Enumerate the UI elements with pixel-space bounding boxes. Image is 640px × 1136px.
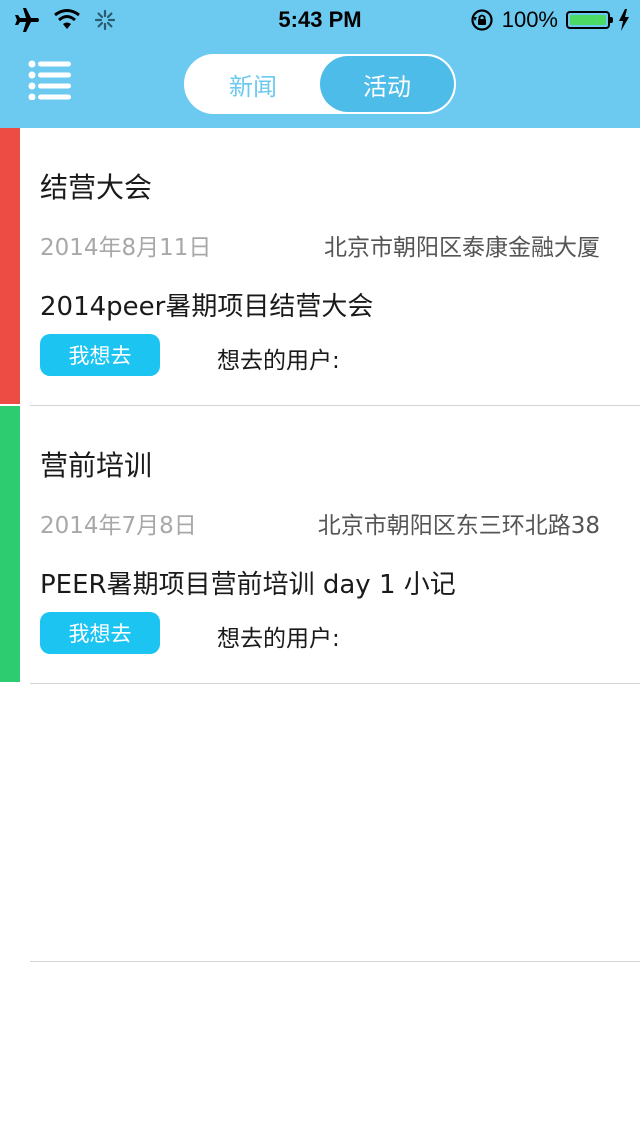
status-right-icons: 100%	[470, 6, 630, 34]
empty-row-divider	[30, 961, 640, 962]
segmented-control: 新闻 活动	[184, 54, 456, 114]
want-to-go-button[interactable]: 我想去	[40, 334, 160, 376]
battery-fill	[570, 15, 606, 25]
menu-list-icon	[28, 60, 71, 101]
event-date: 2014年8月11日	[40, 235, 212, 261]
event-date: 2014年7月8日	[40, 513, 197, 539]
event-accent-bar	[0, 406, 20, 682]
battery-percent: 100%	[501, 7, 558, 32]
event-location: 北京市朝阳区泰康金融大厦	[324, 235, 600, 261]
want-to-go-button[interactable]: 我想去	[40, 612, 160, 654]
event-accent-bar	[0, 128, 20, 404]
menu-button[interactable]	[28, 60, 78, 104]
status-bar: 5:43 PM 100%	[0, 0, 640, 40]
event-card[interactable]: 营前培训 2014年7月8日 北京市朝阳区东三环北路38 PEER暑期项目营前培…	[0, 406, 640, 684]
event-location: 北京市朝阳区东三环北路38	[317, 513, 600, 539]
event-description: PEER暑期项目营前培训 day 1 小记	[40, 570, 456, 600]
tab-news[interactable]: 新闻	[186, 56, 320, 112]
event-card[interactable]: 结营大会 2014年8月11日 北京市朝阳区泰康金融大厦 2014peer暑期项…	[0, 128, 640, 406]
battery-nub	[610, 17, 613, 23]
rotation-lock-icon	[471, 9, 493, 31]
battery-icon	[566, 11, 613, 29]
bolt-icon	[619, 9, 629, 31]
tab-events[interactable]: 活动	[320, 56, 454, 112]
interested-users-label: 想去的用户:	[217, 626, 340, 652]
interested-users-label: 想去的用户:	[217, 348, 340, 374]
event-title: 结营大会	[40, 171, 153, 204]
event-title: 营前培训	[40, 449, 153, 482]
header: 5:43 PM 100% 新闻 活动	[0, 0, 640, 128]
card-divider	[30, 683, 640, 684]
event-description: 2014peer暑期项目结营大会	[40, 292, 374, 322]
